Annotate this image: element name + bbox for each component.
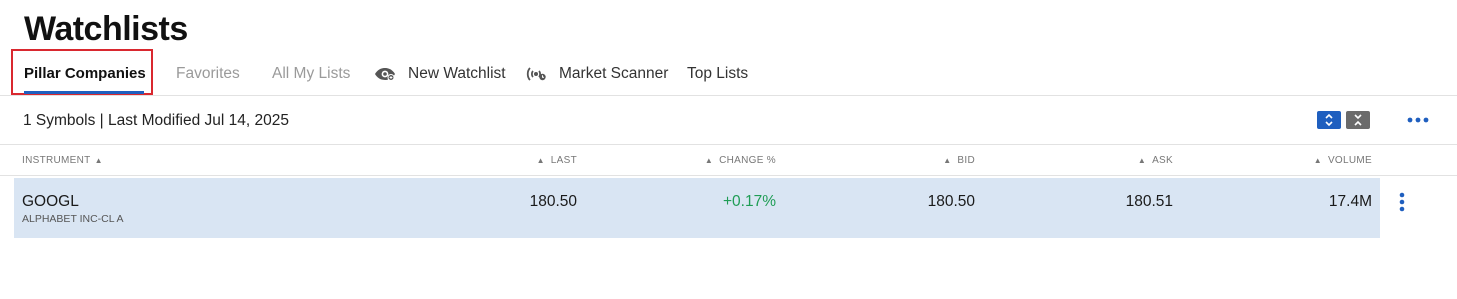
top-lists-label: Top Lists	[687, 65, 749, 82]
table-row[interactable]	[14, 178, 1380, 238]
sort-asc-icon: ▲	[943, 156, 952, 165]
sort-asc-icon: ▲	[704, 156, 714, 165]
last-value: 180.50	[529, 193, 577, 210]
sort-asc-icon: ▲	[536, 156, 545, 165]
column-label: ASK	[1152, 155, 1173, 166]
new-watchlist-button[interactable]: New Watchlist	[374, 65, 506, 83]
broadcast-icon	[526, 67, 546, 81]
more-options-button[interactable]	[1406, 111, 1430, 129]
tab-pillar-companies[interactable]: Pillar Companies	[24, 65, 146, 82]
page-title: Watchlists	[24, 10, 188, 48]
divider	[0, 175, 1457, 176]
bid-value: 180.50	[927, 193, 975, 210]
divider	[0, 144, 1457, 145]
column-label: CHANGE %	[719, 155, 776, 166]
row-menu-button[interactable]	[1394, 190, 1410, 214]
eye-icon	[375, 68, 395, 81]
volume-value: 17.4M	[1328, 193, 1372, 210]
new-watchlist-label: New Watchlist	[408, 65, 506, 82]
column-header-instrument[interactable]: INSTRUMENT ▲	[22, 155, 103, 166]
divider	[0, 95, 1457, 96]
market-scanner-button[interactable]: Market Scanner	[525, 65, 668, 83]
instrument-name: ALPHABET INC-CL A	[22, 213, 124, 225]
watchlist-summary: 1 Symbols | Last Modified Jul 14, 2025	[23, 112, 289, 129]
column-label: LAST	[550, 155, 577, 166]
collapse-rows-icon	[1354, 114, 1362, 126]
change-value: +0.17%	[722, 193, 776, 210]
column-header-bid[interactable]: ▲ BID	[943, 155, 975, 166]
column-label: BID	[957, 155, 975, 166]
sort-asc-icon: ▲	[1137, 156, 1147, 165]
column-header-last[interactable]: ▲ LAST	[537, 155, 577, 166]
expand-rows-icon	[1325, 113, 1333, 127]
column-label: VOLUME	[1327, 155, 1372, 166]
sort-asc-icon: ▲	[94, 156, 103, 165]
column-header-change[interactable]: ▲ CHANGE %	[705, 155, 776, 166]
tab-all-my-lists[interactable]: All My Lists	[272, 65, 350, 83]
watchlist-tabs: Pillar Companies Favorites All My Lists …	[0, 56, 1457, 96]
instrument-symbol[interactable]: GOOGL	[22, 193, 79, 211]
expand-rows-button[interactable]	[1317, 111, 1341, 129]
column-header-volume[interactable]: ▲ VOLUME	[1314, 155, 1372, 166]
ask-value: 180.51	[1125, 193, 1173, 210]
active-tab-indicator	[24, 91, 144, 94]
market-scanner-label: Market Scanner	[559, 65, 669, 82]
top-lists-button[interactable]: Top Lists	[687, 65, 748, 83]
column-label: INSTRUMENT	[22, 155, 91, 166]
more-horizontal-icon	[1407, 117, 1429, 123]
column-header-ask[interactable]: ▲ ASK	[1138, 155, 1173, 166]
tab-favorites[interactable]: Favorites	[176, 65, 240, 83]
more-vertical-icon	[1399, 192, 1405, 212]
sort-asc-icon: ▲	[1313, 156, 1322, 165]
collapse-rows-button[interactable]	[1346, 111, 1370, 129]
